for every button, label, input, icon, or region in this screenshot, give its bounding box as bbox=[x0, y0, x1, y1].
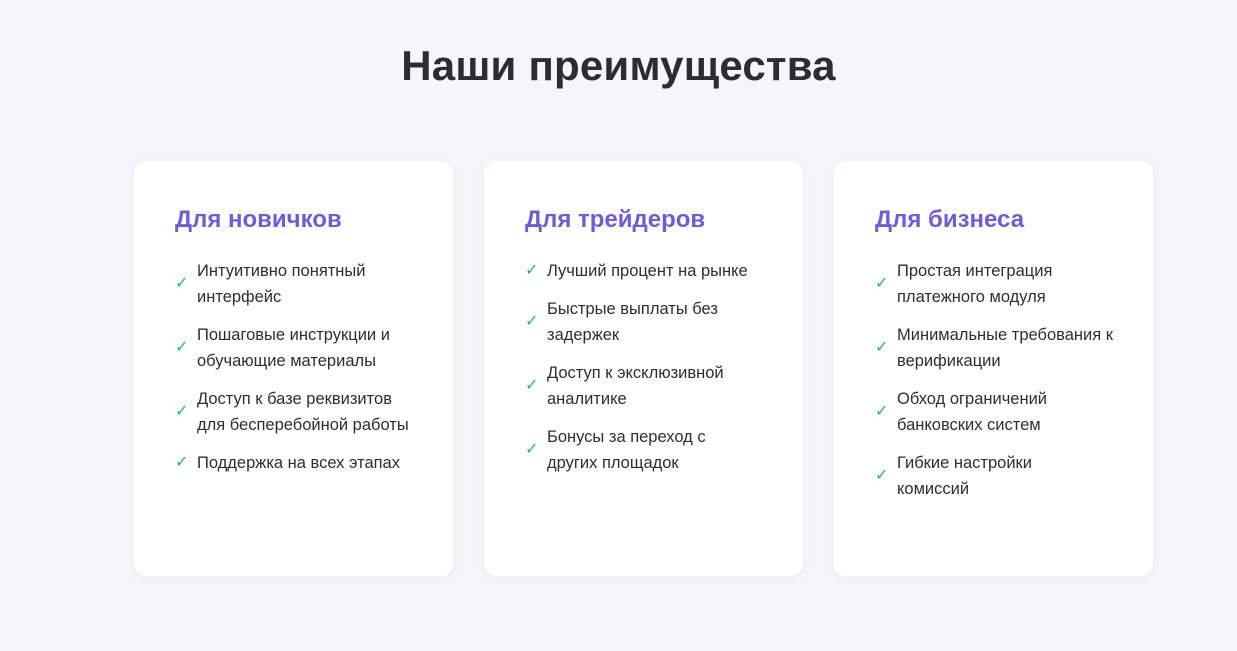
card-title: Для бизнеса bbox=[875, 206, 1025, 233]
check-icon: ✓ bbox=[875, 403, 889, 420]
feature-text: Минимальные требования к верификации bbox=[897, 326, 1113, 370]
feature-text: Поддержка на всех этапах bbox=[197, 454, 400, 472]
feature-list: ✓ Лучший процент на рынке ✓ Быстрые выпл… bbox=[525, 258, 783, 476]
list-item: ✓ Доступ к базе реквизитов для бесперебо… bbox=[175, 386, 433, 438]
check-icon: ✓ bbox=[525, 441, 539, 458]
card-traders: Для трейдеров ✓ Лучший процент на рынке … bbox=[484, 161, 803, 576]
card-title: Для новичков bbox=[175, 206, 342, 233]
advantages-section: Наши преимущества Для новичков ✓ Интуити… bbox=[0, 0, 1237, 651]
feature-list: ✓ Интуитивно понятный интерфейс ✓ Пошаго… bbox=[175, 258, 433, 476]
check-icon: ✓ bbox=[525, 262, 539, 279]
feature-list: ✓ Простая интеграция платежного модуля ✓… bbox=[875, 258, 1133, 502]
feature-text: Лучший процент на рынке bbox=[547, 262, 748, 280]
cards-row: Для новичков ✓ Интуитивно понятный интер… bbox=[134, 161, 1153, 576]
section-title: Наши преимущества bbox=[401, 42, 836, 89]
card-business: Для бизнеса ✓ Простая интеграция платежн… bbox=[834, 161, 1153, 576]
list-item: ✓ Пошаговые инструкции и обучающие матер… bbox=[175, 322, 433, 374]
check-icon: ✓ bbox=[525, 377, 539, 394]
check-icon: ✓ bbox=[525, 313, 539, 330]
check-icon: ✓ bbox=[175, 454, 189, 471]
feature-text: Интуитивно понятный интерфейс bbox=[197, 262, 366, 306]
list-item: ✓ Простая интеграция платежного модуля bbox=[875, 258, 1133, 310]
feature-text: Пошаговые инструкции и обучающие материа… bbox=[197, 326, 390, 370]
list-item: ✓ Гибкие настройки комиссий bbox=[875, 450, 1133, 502]
feature-text: Бонусы за переход с других площадок bbox=[547, 428, 706, 472]
check-icon: ✓ bbox=[875, 467, 889, 484]
list-item: ✓ Интуитивно понятный интерфейс bbox=[175, 258, 433, 310]
feature-text: Гибкие настройки комиссий bbox=[897, 454, 1032, 498]
list-item: ✓ Минимальные требования к верификации bbox=[875, 322, 1133, 374]
card-beginners: Для новичков ✓ Интуитивно понятный интер… bbox=[134, 161, 453, 576]
feature-text: Обход ограничений банковских систем bbox=[897, 390, 1048, 434]
check-icon: ✓ bbox=[875, 275, 889, 292]
list-item: ✓ Лучший процент на рынке bbox=[525, 258, 783, 284]
list-item: ✓ Бонусы за переход с других площадок bbox=[525, 424, 783, 476]
list-item: ✓ Обход ограничений банковских систем bbox=[875, 386, 1133, 438]
check-icon: ✓ bbox=[175, 403, 189, 420]
list-item: ✓ Доступ к эксклюзивной аналитике bbox=[525, 360, 783, 412]
feature-text: Доступ к базе реквизитов для бесперебойн… bbox=[197, 390, 409, 434]
card-title: Для трейдеров bbox=[525, 206, 706, 233]
feature-text: Быстрые выплаты без задержек bbox=[547, 300, 718, 344]
list-item: ✓ Быстрые выплаты без задержек bbox=[525, 296, 783, 348]
check-icon: ✓ bbox=[175, 275, 189, 292]
feature-text: Доступ к эксклюзивной аналитике bbox=[547, 364, 724, 408]
list-item: ✓ Поддержка на всех этапах bbox=[175, 450, 433, 476]
check-icon: ✓ bbox=[175, 339, 189, 356]
feature-text: Простая интеграция платежного модуля bbox=[897, 262, 1053, 306]
check-icon: ✓ bbox=[875, 339, 889, 356]
